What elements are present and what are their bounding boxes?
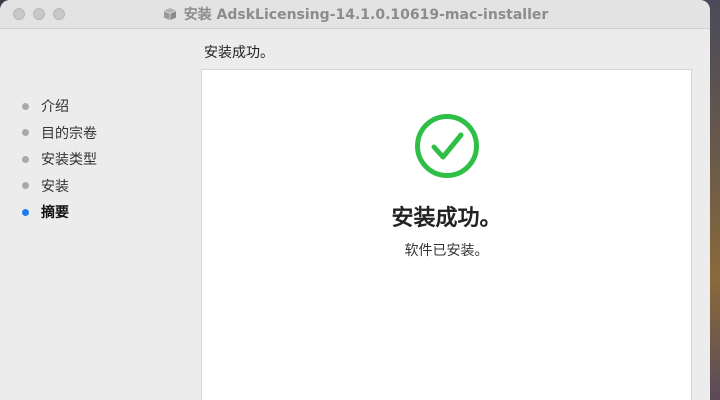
step-label: 介绍 — [41, 99, 69, 116]
window-title-group: 安装 AdskLicensing-14.1.0.10619-mac-instal… — [0, 0, 710, 28]
package-icon — [162, 6, 178, 22]
installer-window: 安装 AdskLicensing-14.1.0.10619-mac-instal… — [0, 0, 710, 400]
step-bullet — [22, 182, 29, 190]
step-item-summary: 摘要 — [22, 199, 97, 226]
step-label: 目的宗卷 — [41, 125, 97, 142]
step-bullet — [22, 102, 29, 110]
step-item-install-type: 安装类型 — [22, 146, 97, 173]
step-bullet — [22, 155, 29, 163]
title-bar[interactable]: 安装 AdskLicensing-14.1.0.10619-mac-instal… — [0, 0, 710, 29]
minimize-button[interactable] — [33, 8, 45, 20]
installer-steps: 介绍 目的宗卷 安装类型 安装 摘要 — [22, 93, 97, 226]
page-heading: 安装成功。 — [204, 45, 274, 61]
step-item-intro: 介绍 — [22, 93, 97, 120]
success-message: 软件已安装。 — [404, 243, 489, 259]
window-title: 安装 AdskLicensing-14.1.0.10619-mac-instal… — [183, 7, 549, 23]
close-button[interactable] — [13, 8, 25, 20]
zoom-button[interactable] — [53, 8, 65, 20]
step-label: 安装类型 — [41, 152, 97, 169]
window-controls — [0, 8, 65, 20]
step-label: 安装 — [41, 178, 69, 195]
step-item-install: 安装 — [22, 173, 97, 200]
step-bullet-active — [22, 208, 29, 216]
checkmark-circle-icon — [414, 113, 480, 179]
step-bullet — [22, 129, 29, 137]
content-panel: 安装成功。 软件已安装。 — [201, 69, 692, 400]
step-label: 摘要 — [41, 205, 69, 222]
success-title: 安装成功。 — [391, 206, 502, 231]
step-item-destination: 目的宗卷 — [22, 120, 97, 147]
